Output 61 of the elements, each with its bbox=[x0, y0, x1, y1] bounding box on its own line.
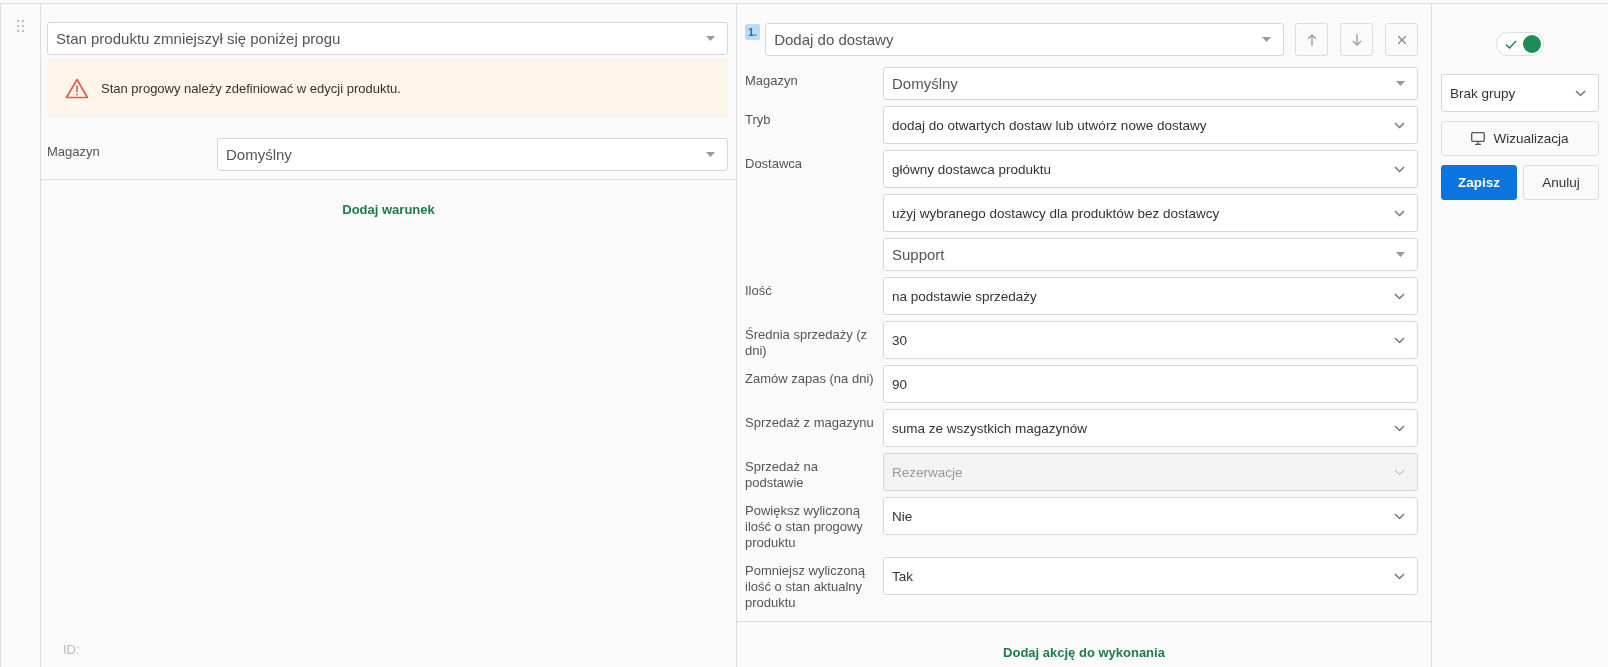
field-label: Ilość bbox=[745, 282, 773, 299]
select-field[interactable]: Nie bbox=[883, 497, 1418, 535]
chevron-icon bbox=[1394, 165, 1405, 173]
select-field[interactable]: Tak bbox=[883, 557, 1418, 595]
close-icon bbox=[1397, 35, 1406, 44]
move-up-button[interactable] bbox=[1295, 23, 1328, 56]
chevron-icon bbox=[1394, 468, 1405, 476]
save-button[interactable]: Zapisz bbox=[1441, 165, 1517, 200]
select-field[interactable]: na podstawie sprzedaży bbox=[883, 277, 1418, 315]
field-label: Magazyn bbox=[745, 72, 799, 89]
arrow-up-icon bbox=[1306, 33, 1317, 46]
chevron-icon bbox=[1394, 336, 1405, 344]
select-field[interactable]: Domyślny bbox=[883, 67, 1418, 100]
select-field[interactable]: Domyślny bbox=[217, 138, 728, 171]
toggle-switch[interactable] bbox=[1496, 32, 1544, 56]
chevron-icon bbox=[1394, 424, 1405, 432]
chevron-icon bbox=[1394, 292, 1405, 300]
select-field[interactable]: dodaj do otwartych dostaw lub utwórz nowe dostawy bbox=[883, 106, 1418, 144]
select-field[interactable]: suma ze wszystkich magazynów bbox=[883, 409, 1418, 447]
cancel-button[interactable]: Anuluj bbox=[1523, 165, 1599, 200]
step-number: 1. bbox=[745, 24, 761, 40]
chevron-icon bbox=[1394, 209, 1405, 217]
caret-icon bbox=[706, 36, 715, 41]
drag-handle-icon[interactable] bbox=[17, 20, 24, 32]
chevron-icon bbox=[1394, 121, 1405, 129]
field-label: Średnia sprzedaży (z dni) bbox=[745, 326, 869, 359]
check-icon bbox=[1505, 39, 1517, 49]
caret-icon bbox=[1396, 252, 1405, 257]
add-action-link[interactable]: Dodaj akcję do wykonania bbox=[1003, 645, 1165, 660]
field-label: Dostawca bbox=[745, 155, 804, 172]
id-label: ID: bbox=[63, 642, 80, 657]
caret-icon bbox=[706, 152, 715, 157]
warning-icon bbox=[65, 77, 89, 99]
select-field[interactable]: główny dostawca produktu bbox=[883, 150, 1418, 188]
caret-icon bbox=[1396, 81, 1405, 86]
caret-icon bbox=[1262, 37, 1271, 42]
field-label: Sprzedaż na podstawie bbox=[745, 458, 819, 491]
field-label: Zamów zapas (na dni) bbox=[745, 370, 875, 387]
chevron-icon bbox=[1394, 512, 1405, 520]
field-label: Pomniejsz wyliczoną ilość o stan aktualny produktu bbox=[745, 562, 866, 611]
visualize-button[interactable]: Wizualizacja bbox=[1441, 121, 1599, 156]
select-field[interactable]: 30 bbox=[883, 321, 1418, 359]
chevron-icon bbox=[1575, 89, 1586, 97]
select-field[interactable]: Stan produktu zmniejszył się poniżej progu bbox=[47, 22, 728, 55]
select-field[interactable]: Brak grupy bbox=[1441, 74, 1599, 112]
input-field[interactable]: 90 bbox=[883, 365, 1418, 403]
monitor-icon bbox=[1471, 132, 1486, 145]
select-field[interactable]: Dodaj do dostawy bbox=[765, 23, 1284, 56]
field-label: Magazyn bbox=[47, 143, 101, 160]
warning-text: Stan progowy należy zdefiniować w edycji produktu. bbox=[101, 80, 401, 96]
field-label: Tryb bbox=[745, 111, 772, 128]
chevron-icon bbox=[1394, 572, 1405, 580]
add-condition-link[interactable]: Dodaj warunek bbox=[342, 202, 435, 217]
select-field[interactable]: użyj wybranego dostawcy dla produktów bez dostawcy bbox=[883, 194, 1418, 232]
select-field[interactable]: Support bbox=[883, 238, 1418, 271]
field-label: Sprzedaż z magazynu bbox=[745, 414, 875, 431]
arrow-down-icon bbox=[1351, 33, 1362, 46]
field-label: Powiększ wyliczoną ilość o stan progowy produktu bbox=[745, 502, 864, 551]
toggle-knob bbox=[1523, 35, 1541, 53]
move-down-button[interactable] bbox=[1340, 23, 1373, 56]
remove-button[interactable] bbox=[1385, 23, 1418, 56]
